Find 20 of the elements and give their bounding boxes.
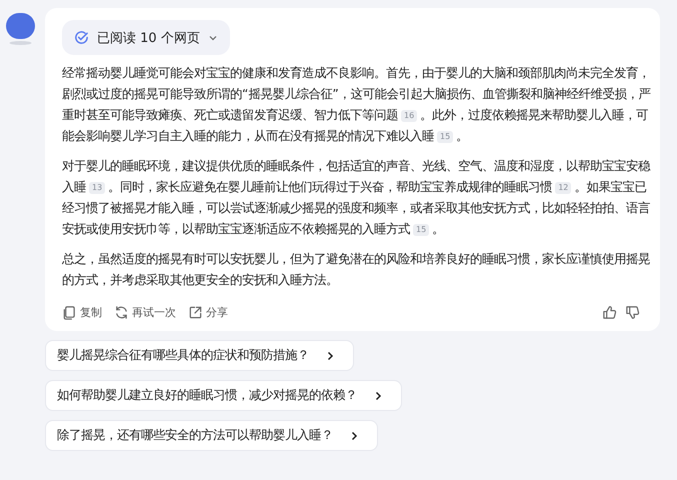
sources-toggle[interactable]: 已阅读 10 个网页 <box>62 20 230 55</box>
suggestion-button[interactable]: 除了摇晃，还有哪些安全的方法可以帮助婴儿入睡？ <box>45 420 378 451</box>
retry-button[interactable]: 再试一次 <box>114 304 176 320</box>
thumbs-down-icon <box>625 304 640 320</box>
suggestion-button[interactable]: 如何帮助婴儿建立良好的睡眠习惯，减少对摇晃的依赖？ <box>45 380 402 411</box>
share-button[interactable]: 分享 <box>188 304 228 320</box>
chevron-right-icon <box>325 350 335 360</box>
share-icon <box>188 304 203 320</box>
answer-paragraph: 对于婴儿的睡眠环境，建议提供优质的睡眠条件，包括适宜的声音、光线、空气、温度和湿度，以帮助宝宝安稳入睡 13 。同时，家长应避免在婴儿睡前让他们玩得过于兴奋，帮助宝宝养成规律的睡眠习惯 12 。如果宝宝已经习惯了被摇晃才能入睡，可以尝试逐渐减少摇晃的强度和频率，或者采取其他安抚方式，比如轻轻拍拍、语言安抚或使用安抚巾等，以帮助宝宝逐渐适应不依赖摇晃的入睡方式 15 。 <box>62 158 652 238</box>
suggestion-button[interactable]: 婴儿摇晃综合征有哪些具体的症状和预防措施？ <box>45 340 354 371</box>
chevron-right-icon <box>373 390 383 400</box>
copy-icon <box>62 304 77 320</box>
bot-avatar-icon <box>5 12 36 46</box>
thumbs-up-icon <box>602 304 617 320</box>
answer-paragraph: 经常摇动婴儿睡觉可能会对宝宝的健康和发育造成不良影响。首先，由于婴儿的大脑和颈部肌肉尚未完全发育，剧烈或过度的摇晃可能导致所谓的“摇晃婴儿综合征”，这可能会引起大脑损伤、血管撕裂和脑神经纤维受损，严重时甚至可能导致瘫痪、死亡或遗留发育迟缓、智力低下等问题 16 。此外，过度依赖摇晃来帮助婴儿入睡，可能会影响婴儿学习自主入睡的能力，从而在没有摇晃的情况下难以入睡 15 。 <box>62 65 652 145</box>
answer-paragraph: 总之，虽然适度的摇晃有时可以安抚婴儿，但为了避免潜在的风险和培养良好的睡眠习惯，家长应谨慎使用摇晃的方式，并考虑采取其他更安全的安抚和入睡方法。 <box>62 251 651 289</box>
refresh-icon <box>114 304 129 320</box>
copy-button[interactable]: 复制 <box>62 304 102 320</box>
check-circle-icon <box>74 30 89 45</box>
chevron-right-icon <box>349 430 359 440</box>
